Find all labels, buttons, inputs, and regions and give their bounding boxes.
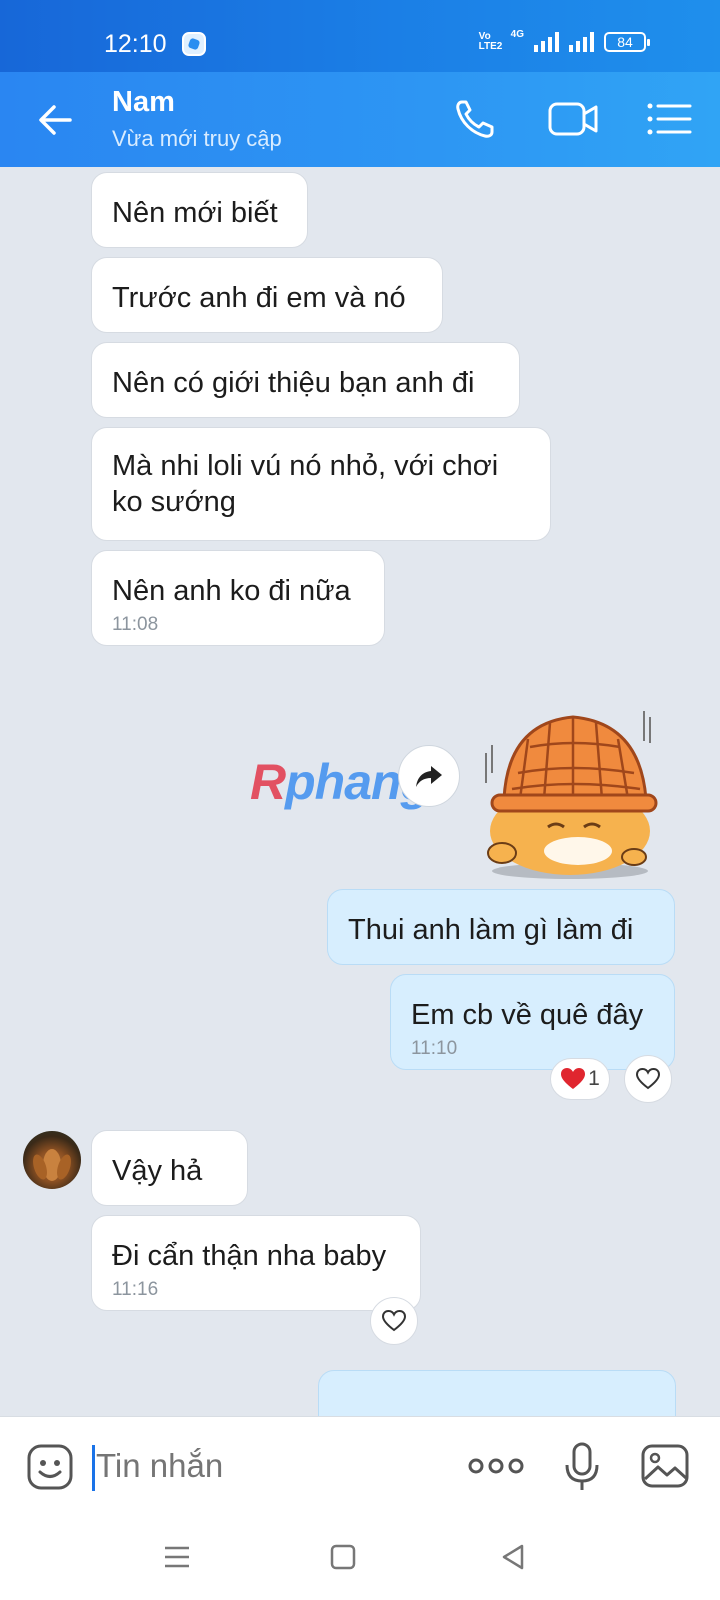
system-nav-bar	[0, 1516, 720, 1600]
lte-label: LTE2	[478, 41, 503, 52]
status-bar: 12:10 Vo LTE2 4G 84	[0, 0, 720, 72]
message-bubble[interactable]: Trước anh đi em và nó	[91, 257, 443, 333]
message-bubble-sent-partial[interactable]	[318, 1370, 676, 1416]
status-time: 12:10	[104, 30, 167, 58]
phone-icon[interactable]	[452, 96, 504, 142]
signal-icon-2	[569, 32, 594, 52]
recent-apps-icon[interactable]	[160, 1540, 194, 1574]
reaction-count: 1	[588, 1067, 600, 1090]
message-time: 11:10	[411, 1038, 458, 1059]
back-arrow-icon[interactable]	[34, 98, 78, 142]
microphone-icon[interactable]	[562, 1441, 602, 1493]
message-time: 11:08	[112, 614, 159, 635]
forward-share-button[interactable]	[398, 745, 460, 807]
heart-outline-icon	[635, 1067, 661, 1090]
watermark-initial: R	[250, 754, 286, 810]
message-bubble[interactable]: Nên anh ko đi nữa 11:08	[91, 550, 385, 646]
contact-name[interactable]: Nam	[112, 86, 175, 119]
avatar-image	[33, 1149, 71, 1181]
back-nav-icon[interactable]	[496, 1540, 530, 1574]
text-cursor	[92, 1445, 95, 1491]
message-list[interactable]: Nên mới biết Trước anh đi em và nó Nên c…	[0, 167, 720, 1416]
red-heart-icon	[561, 1068, 586, 1089]
basket-hamster-sticker[interactable]	[478, 703, 668, 883]
react-heart-button[interactable]	[370, 1297, 418, 1345]
react-heart-button[interactable]	[624, 1055, 672, 1103]
status-indicators: Vo LTE2 4G 84	[478, 28, 650, 52]
message-input-bar	[0, 1416, 720, 1516]
battery-icon: 84	[604, 32, 650, 52]
message-bubble[interactable]: Nên có giới thiệu bạn anh đi	[91, 342, 520, 418]
message-input[interactable]	[96, 1447, 436, 1485]
contact-avatar[interactable]	[23, 1131, 81, 1189]
list-menu-icon[interactable]	[644, 96, 696, 142]
image-gallery-icon[interactable]	[640, 1443, 690, 1489]
message-text: Thui anh làm gì làm đi	[348, 914, 634, 946]
message-bubble-sent[interactable]: Thui anh làm gì làm đi	[327, 889, 675, 965]
message-text: Trước anh đi em và nó	[112, 282, 406, 314]
message-bubble-sent[interactable]: Em cb về quê đây 11:10	[390, 974, 675, 1070]
contact-status: Vừa mới truy cập	[112, 126, 282, 151]
forward-icon	[416, 766, 442, 787]
app-notification-icon	[182, 32, 206, 56]
network-type: 4G	[510, 28, 524, 40]
message-bubble[interactable]: Đi cẩn thận nha baby 11:16	[91, 1215, 421, 1311]
emoji-sticker-icon[interactable]	[26, 1443, 74, 1491]
heart-outline-icon	[381, 1309, 407, 1332]
message-bubble[interactable]: Nên mới biết	[91, 172, 308, 248]
home-icon[interactable]	[326, 1540, 360, 1574]
message-text: Đi cẩn thận nha baby	[112, 1240, 387, 1272]
reaction-summary[interactable]: 1	[550, 1058, 610, 1100]
message-time: 11:16	[112, 1279, 159, 1300]
message-text: Nên có giới thiệu bạn anh đi	[112, 367, 475, 399]
chat-header: Nam Vừa mới truy cập	[0, 72, 720, 167]
video-camera-icon[interactable]	[548, 96, 600, 142]
more-options-icon[interactable]	[468, 1451, 524, 1481]
message-text: Nên anh ko đi nữa	[112, 575, 351, 607]
message-text: Mà nhi loli vú nó nhỏ, với chơi ko sướng	[112, 450, 499, 518]
message-text: Em cb về quê đây	[411, 999, 644, 1031]
message-text: Nên mới biết	[112, 197, 278, 229]
message-bubble[interactable]: Vậy hả	[91, 1130, 248, 1206]
volte-indicator: Vo LTE2	[478, 32, 503, 52]
signal-icon	[534, 32, 559, 52]
message-text: Vậy hả	[112, 1155, 203, 1187]
message-bubble[interactable]: Mà nhi loli vú nó nhỏ, với chơi ko sướng	[91, 427, 551, 541]
